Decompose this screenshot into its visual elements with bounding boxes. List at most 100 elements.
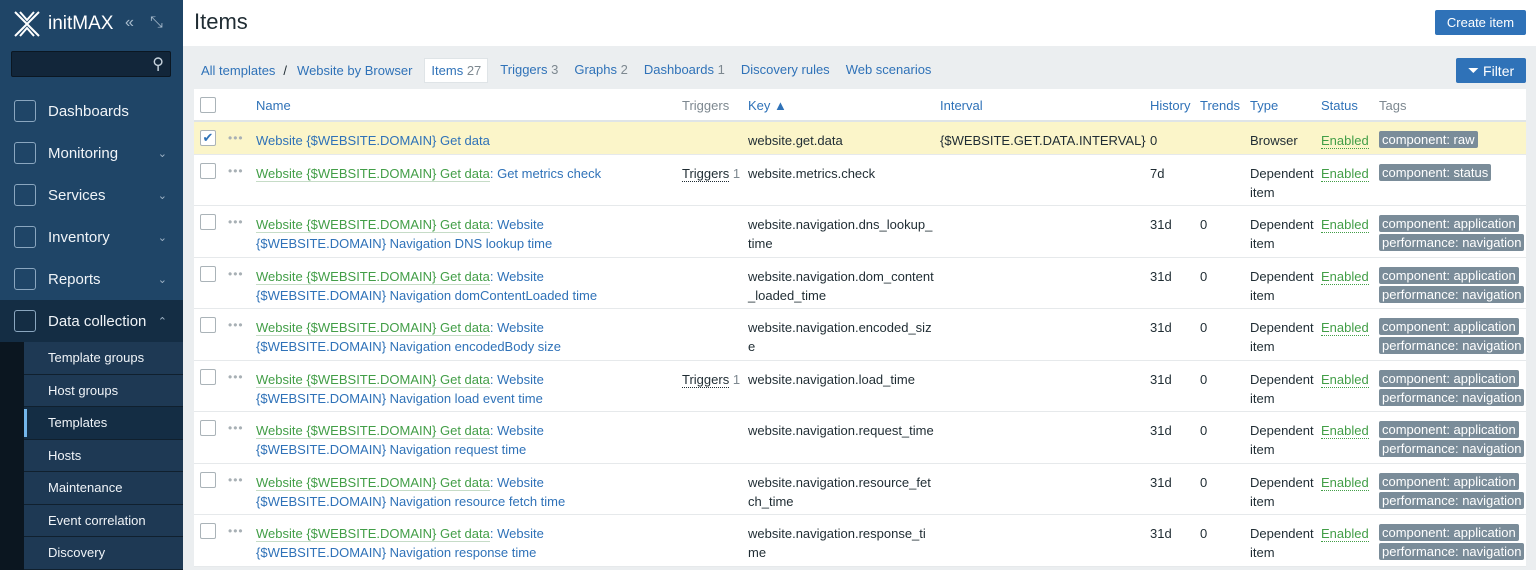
kiosk-mode-icon[interactable]: ⤡ [150, 14, 163, 32]
submenu-item-event-correlation[interactable]: Event correlation [24, 504, 183, 537]
tag-badge: component: raw [1379, 131, 1478, 148]
col-trends[interactable]: Trends [1200, 96, 1240, 115]
sidebar-item-label: Services [48, 186, 106, 204]
sidebar-item-inventory[interactable]: Inventory ⌄ [0, 216, 183, 258]
row-checkbox[interactable] [200, 214, 216, 230]
status-toggle[interactable]: Enabled [1321, 526, 1369, 542]
status-toggle[interactable]: Enabled [1321, 371, 1369, 388]
row-actions-icon[interactable]: ••• [228, 419, 244, 438]
col-name[interactable]: Name [256, 96, 676, 115]
master-item-link[interactable]: Website {$WEBSITE.DOMAIN} Get data [256, 474, 490, 491]
item-status[interactable]: Enabled [1321, 524, 1369, 543]
tab-count: 2 [620, 61, 628, 77]
table-row: ••• Website {$WEBSITE.DOMAIN} Get data: W… [194, 361, 1526, 412]
row-actions-icon[interactable]: ••• [228, 471, 244, 490]
row-checkbox[interactable]: ✔ [200, 130, 216, 146]
row-actions-icon[interactable]: ••• [228, 368, 244, 387]
submenu-item-host-groups[interactable]: Host groups [24, 374, 183, 407]
row-checkbox[interactable] [200, 471, 216, 488]
status-toggle[interactable]: Enabled [1321, 268, 1369, 285]
col-history[interactable]: History [1150, 96, 1190, 115]
status-toggle[interactable]: Enabled [1321, 423, 1369, 439]
submenu-item-template-groups[interactable]: Template groups [24, 342, 183, 375]
col-status[interactable]: Status [1321, 96, 1358, 115]
tag-badge: component: application [1379, 524, 1519, 541]
status-toggle[interactable]: Enabled [1321, 166, 1369, 182]
triggers-link[interactable]: Triggers 1 [682, 164, 740, 183]
item-name-link[interactable]: Website {$WEBSITE.DOMAIN} Get data [256, 133, 490, 148]
row-actions-icon[interactable]: ••• [228, 265, 244, 284]
item-name: Website {$WEBSITE.DOMAIN} Get data [256, 131, 676, 150]
submenu-item-hosts[interactable]: Hosts [24, 439, 183, 472]
col-interval[interactable]: Interval [940, 96, 983, 115]
tab-dashboards[interactable]: Dashboards 1 [644, 58, 725, 83]
table-row: ••• Website {$WEBSITE.DOMAIN} Get data: W… [194, 309, 1526, 361]
submenu-item-templates[interactable]: Templates [24, 407, 183, 440]
submenu-item-maintenance[interactable]: Maintenance [24, 472, 183, 505]
row-checkbox[interactable] [200, 420, 216, 436]
row-checkbox[interactable] [200, 265, 216, 282]
item-status[interactable]: Enabled [1321, 370, 1369, 389]
master-item-link[interactable]: Website {$WEBSITE.DOMAIN} Get data [256, 371, 490, 388]
status-toggle[interactable]: Enabled [1321, 133, 1369, 149]
item-status[interactable]: Enabled [1321, 131, 1369, 150]
master-item-link[interactable]: Website {$WEBSITE.DOMAIN} Get data [256, 526, 490, 542]
select-all-checkbox[interactable] [200, 97, 216, 113]
tab-label: Discovery rules [740, 61, 830, 77]
row-checkbox[interactable] [200, 317, 216, 333]
item-status[interactable]: Enabled [1321, 473, 1369, 492]
col-type[interactable]: Type [1250, 96, 1316, 115]
logo[interactable]: initMAX [12, 10, 113, 38]
master-item-link[interactable]: Website {$WEBSITE.DOMAIN} Get data [256, 268, 490, 285]
row-checkbox[interactable] [200, 163, 216, 179]
tab-discovery-rules[interactable]: Discovery rules [741, 58, 830, 83]
item-status[interactable]: Enabled [1321, 421, 1369, 440]
triggers-label: Triggers [682, 371, 730, 388]
chevron-icon: ⌄ [157, 147, 167, 160]
tab-web-scenarios[interactable]: Web scenarios [846, 58, 932, 83]
create-item-button[interactable]: Create item [1435, 10, 1526, 35]
sidebar-search-input[interactable]: ⚲ [11, 51, 171, 77]
master-item-link[interactable]: Website {$WEBSITE.DOMAIN} Get data [256, 217, 490, 233]
breadcrumb-template[interactable]: Website by Browser [297, 59, 412, 82]
item-type: Dependent item [1250, 217, 1314, 251]
tag-badge: performance: navigation [1379, 491, 1525, 509]
row-actions-icon[interactable]: ••• [228, 129, 244, 148]
table-row: ••• Website {$WEBSITE.DOMAIN} Get data: W… [194, 206, 1526, 258]
row-actions-icon[interactable]: ••• [228, 213, 244, 232]
item-status[interactable]: Enabled [1321, 164, 1369, 183]
row-actions-icon[interactable]: ••• [228, 162, 244, 181]
item-name-link[interactable]: Get metrics check [497, 166, 601, 181]
triggers-link[interactable]: Triggers 1 [682, 370, 740, 389]
sidebar-item-services[interactable]: Services ⌄ [0, 174, 183, 216]
item-name: Website {$WEBSITE.DOMAIN} Get data: Webs… [256, 268, 598, 303]
sidebar-item-data-collection[interactable]: Data collection ⌃ [0, 300, 183, 342]
breadcrumb-all-templates[interactable]: All templates [201, 59, 275, 82]
status-toggle[interactable]: Enabled [1321, 474, 1369, 491]
master-item-link[interactable]: Website {$WEBSITE.DOMAIN} Get data [256, 320, 490, 336]
item-status[interactable]: Enabled [1321, 318, 1369, 337]
master-item-link[interactable]: Website {$WEBSITE.DOMAIN} Get data [256, 166, 490, 182]
filter-button[interactable]: ⏷ Filter [1456, 58, 1526, 83]
collapse-sidebar-icon[interactable]: « [125, 14, 134, 32]
status-toggle[interactable]: Enabled [1321, 320, 1369, 336]
item-status[interactable]: Enabled [1321, 215, 1369, 234]
tab-triggers[interactable]: Triggers 3 [500, 58, 558, 83]
tab-graphs[interactable]: Graphs 2 [574, 58, 628, 83]
sidebar-item-monitoring[interactable]: Monitoring ⌄ [0, 132, 183, 174]
row-actions-icon[interactable]: ••• [228, 522, 244, 541]
item-type: Dependent item [1250, 268, 1314, 303]
tag-badge: performance: navigation [1379, 440, 1525, 457]
submenu-item-discovery[interactable]: Discovery [24, 537, 183, 570]
status-toggle[interactable]: Enabled [1321, 217, 1369, 233]
row-checkbox[interactable] [200, 368, 216, 385]
master-item-link[interactable]: Website {$WEBSITE.DOMAIN} Get data [256, 423, 490, 439]
tab-items[interactable]: Items 27 [424, 57, 489, 83]
item-status[interactable]: Enabled [1321, 267, 1369, 286]
tab-count: 27 [466, 62, 482, 78]
col-key[interactable]: Key ▲ [748, 96, 934, 115]
sidebar-item-dashboards[interactable]: Dashboards [0, 90, 183, 132]
row-checkbox[interactable] [200, 523, 216, 539]
sidebar-item-reports[interactable]: Reports ⌄ [0, 258, 183, 300]
row-actions-icon[interactable]: ••• [228, 316, 244, 335]
